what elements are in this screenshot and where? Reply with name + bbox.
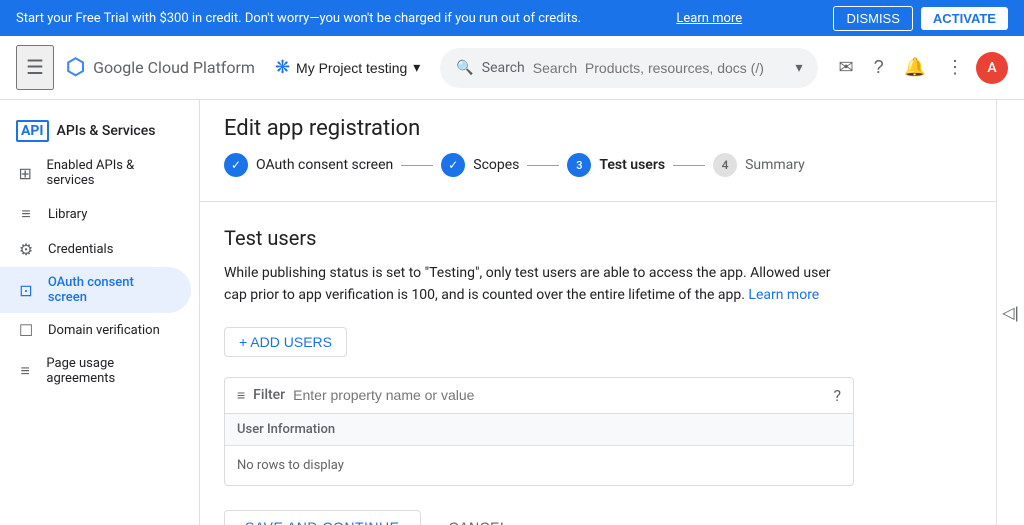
stepper: ✓ OAuth consent screen ✓ Scopes 3 Test u…	[224, 145, 972, 193]
filter-help-icon[interactable]: ?	[833, 386, 841, 405]
banner-actions: DISMISS ACTIVATE	[833, 6, 1008, 31]
sidebar-item-domain-verification[interactable]: ☐ Domain verification	[0, 313, 191, 348]
search-expand-icon[interactable]: ▾	[795, 60, 802, 76]
banner-learn-more[interactable]: Learn more	[676, 11, 742, 26]
project-icon: ❋	[275, 57, 290, 78]
gcp-logo-text: Google Cloud Platform	[93, 58, 255, 77]
project-name: My Project testing	[296, 60, 407, 76]
table-body: No rows to display	[225, 446, 853, 485]
credentials-icon: ⚙	[16, 240, 36, 259]
step-divider-3	[673, 165, 705, 166]
sidebar-item-enabled-apis[interactable]: ⊞ Enabled APIs & services	[0, 150, 191, 196]
help-icon-button[interactable]: ?	[866, 49, 892, 86]
sidebar-title: APIs & Services	[57, 123, 156, 139]
section-desc-text: While publishing status is set to "Testi…	[224, 265, 830, 303]
step-oauth-consent: ✓ OAuth consent screen	[224, 153, 393, 177]
collapse-panel-button[interactable]: ◁|	[1002, 303, 1018, 323]
step-divider-2	[527, 165, 559, 166]
table-empty-text: No rows to display	[237, 458, 344, 473]
api-icon: API	[16, 120, 49, 142]
sidebar-item-credentials[interactable]: ⚙ Credentials	[0, 232, 191, 267]
page-usage-icon: ≡	[16, 361, 34, 381]
app-body: API APIs & Services ⊞ Enabled APIs & ser…	[0, 100, 1024, 525]
sidebar-item-label: Enabled APIs & services	[46, 158, 175, 188]
oauth-icon: ⊡	[16, 281, 36, 300]
hamburger-menu[interactable]: ☰	[16, 45, 54, 90]
sidebar-item-label: Domain verification	[48, 323, 160, 338]
filter-bar: ≡ Filter ? User Information No rows to d…	[224, 377, 854, 486]
search-label: Search	[482, 60, 525, 76]
content-header: Edit app registration ✓ OAuth consent sc…	[200, 100, 996, 202]
sidebar-item-label: Page usage agreements	[46, 356, 175, 386]
library-icon: ≡	[16, 204, 36, 224]
save-and-continue-button[interactable]: SAVE AND CONTINUE	[224, 510, 421, 525]
sidebar-item-label: OAuth consent screen	[48, 275, 175, 305]
dismiss-button[interactable]: DISMISS	[833, 6, 912, 31]
search-input[interactable]	[533, 60, 788, 76]
project-selector[interactable]: ❋ My Project testing ▾	[267, 51, 428, 84]
filter-icon: ≡	[237, 387, 245, 404]
section-description: While publishing status is set to "Testi…	[224, 262, 844, 307]
domain-icon: ☐	[16, 321, 36, 340]
section-title: Test users	[224, 226, 972, 250]
sidebar-item-page-usage[interactable]: ≡ Page usage agreements	[0, 348, 191, 394]
step-label-4: Summary	[745, 157, 805, 173]
top-banner: Start your Free Trial with $300 in credi…	[0, 0, 1024, 36]
step-circle-2: ✓	[441, 153, 465, 177]
table-column-header: User Information	[237, 422, 335, 437]
email-icon-button[interactable]: ✉	[830, 49, 861, 86]
notifications-icon-button[interactable]: 🔔	[896, 49, 934, 86]
filter-label: Filter	[253, 387, 285, 403]
right-panel: ◁|	[996, 100, 1024, 525]
sidebar-header: API APIs & Services	[0, 108, 199, 150]
banner-text: Start your Free Trial with $300 in credi…	[16, 11, 581, 26]
search-bar: 🔍 Search ▾	[440, 48, 818, 88]
sidebar-item-label: Credentials	[48, 242, 113, 257]
step-test-users: 3 Test users	[567, 153, 665, 177]
step-label-2: Scopes	[473, 157, 519, 173]
chevron-down-icon: ▾	[413, 59, 420, 76]
step-circle-3: 3	[567, 153, 591, 177]
step-summary: 4 Summary	[713, 153, 805, 177]
sidebar-item-library[interactable]: ≡ Library	[0, 196, 191, 232]
gcp-logo: ⬡ Google Cloud Platform	[66, 55, 255, 80]
learn-more-link[interactable]: Learn more	[748, 287, 819, 303]
action-row: SAVE AND CONTINUE CANCEL	[224, 510, 972, 525]
sidebar-item-label: Library	[48, 207, 87, 222]
avatar[interactable]: A	[976, 52, 1008, 84]
step-scopes: ✓ Scopes	[441, 153, 519, 177]
table-header: User Information	[225, 414, 853, 446]
sidebar: API APIs & Services ⊞ Enabled APIs & ser…	[0, 100, 200, 525]
filter-input[interactable]	[293, 387, 825, 403]
enabled-apis-icon: ⊞	[16, 164, 34, 183]
page-title: Edit app registration	[224, 116, 972, 141]
gcp-logo-icon: ⬡	[66, 55, 85, 80]
step-label-3: Test users	[599, 157, 665, 173]
filter-row: ≡ Filter ?	[225, 378, 853, 414]
main-header: ☰ ⬡ Google Cloud Platform ❋ My Project t…	[0, 36, 1024, 100]
activate-button[interactable]: ACTIVATE	[921, 7, 1008, 30]
cancel-button[interactable]: CANCEL	[433, 511, 525, 525]
step-divider-1	[401, 165, 433, 166]
sidebar-item-oauth-consent[interactable]: ⊡ OAuth consent screen	[0, 267, 191, 313]
header-icons: ✉ ? 🔔 ⋮ A	[830, 49, 1008, 86]
more-options-icon-button[interactable]: ⋮	[938, 49, 972, 86]
step-label-1: OAuth consent screen	[256, 157, 393, 173]
content-inner: Test users While publishing status is se…	[200, 202, 996, 525]
add-users-button[interactable]: + ADD USERS	[224, 327, 347, 357]
search-icon: 🔍	[456, 60, 473, 76]
step-circle-1: ✓	[224, 153, 248, 177]
main-content: Edit app registration ✓ OAuth consent sc…	[200, 100, 996, 525]
step-circle-4: 4	[713, 153, 737, 177]
